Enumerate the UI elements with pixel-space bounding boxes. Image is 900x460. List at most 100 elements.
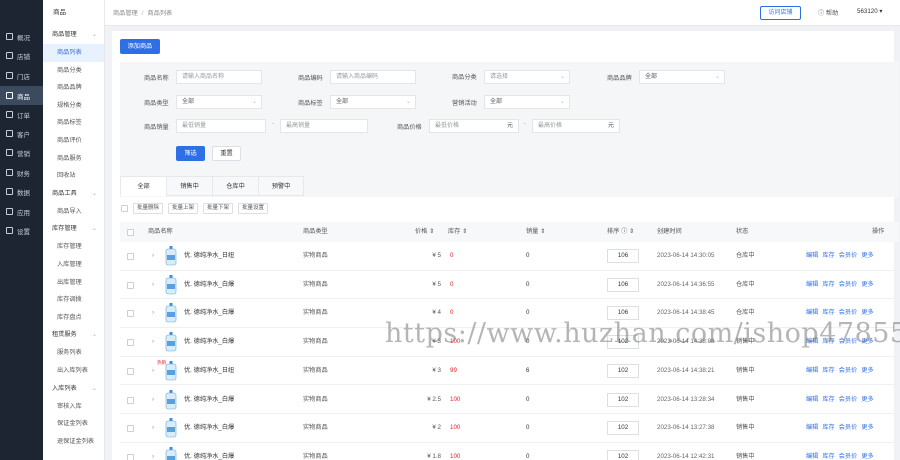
- expand-icon[interactable]: ›: [152, 271, 154, 300]
- row-checkbox[interactable]: [127, 367, 134, 375]
- row-action-3[interactable]: 更多: [861, 396, 873, 403]
- submenu-group[interactable]: 库存管理 ⌄: [43, 220, 104, 238]
- row-action-3[interactable]: 更多: [861, 453, 873, 460]
- product-name[interactable]: 优. 德纯净水_日纽: [184, 357, 234, 386]
- submenu-item[interactable]: 退保证金列表: [43, 433, 104, 451]
- row-action-2[interactable]: 会员价: [839, 252, 858, 259]
- expand-icon[interactable]: ›: [152, 242, 154, 271]
- row-checkbox[interactable]: [127, 253, 134, 260]
- submenu-group[interactable]: 入库列表 ⌄: [43, 380, 104, 398]
- row-action-2[interactable]: 会员价: [839, 424, 858, 431]
- product-name[interactable]: 优. 德纯净水_白爆: [184, 443, 234, 460]
- select-page-checkbox[interactable]: [121, 205, 128, 212]
- rail-item-4[interactable]: 订单: [0, 105, 43, 124]
- submenu-item[interactable]: 商品服务: [43, 150, 104, 168]
- row-action-1[interactable]: 库存: [822, 396, 834, 403]
- submenu-item[interactable]: 商品品牌: [43, 79, 104, 97]
- expand-icon[interactable]: ›: [152, 299, 154, 328]
- row-checkbox[interactable]: [127, 281, 134, 289]
- row-action-3[interactable]: 更多: [861, 367, 873, 374]
- tab-3[interactable]: 预警中: [258, 176, 304, 196]
- sort-input[interactable]: 102: [607, 335, 639, 350]
- submenu-group[interactable]: 商品管理 ⌄: [43, 26, 104, 44]
- col-sort[interactable]: 排序 ⓘ ⇕: [607, 222, 634, 242]
- submenu-item[interactable]: 库存调拨: [43, 291, 104, 309]
- search-button[interactable]: 筛选: [176, 146, 205, 161]
- submenu-item[interactable]: 库存管理: [43, 238, 104, 256]
- tag-select[interactable]: 全部 ⌄: [330, 95, 416, 109]
- sort-input[interactable]: 106: [607, 249, 639, 263]
- submenu-item[interactable]: 审核入库: [43, 398, 104, 416]
- submenu-item[interactable]: 商品分类: [43, 62, 104, 80]
- submenu-item[interactable]: 商品评价: [43, 132, 104, 150]
- submenu-item[interactable]: 保证金列表: [43, 415, 104, 433]
- submenu-group[interactable]: 租赁服务 ⌄: [43, 326, 104, 344]
- user-menu[interactable]: 563120 ▾: [857, 8, 883, 15]
- goods-name-input[interactable]: 请输入商品名称: [176, 70, 262, 84]
- col-sales[interactable]: 销量 ⇕: [526, 222, 545, 242]
- row-action-0[interactable]: 编辑: [806, 309, 818, 316]
- add-goods-button[interactable]: 添加商品: [120, 39, 160, 54]
- rail-item-3[interactable]: 商品: [0, 86, 43, 106]
- submenu-item[interactable]: 规格分类: [43, 97, 104, 115]
- tab-1[interactable]: 销售中: [166, 176, 212, 196]
- product-name[interactable]: 优. 德纯净水_日纽: [184, 242, 234, 271]
- row-checkbox[interactable]: [127, 425, 134, 433]
- row-action-0[interactable]: 编辑: [806, 424, 818, 431]
- rail-item-9[interactable]: 应用: [0, 202, 43, 221]
- sort-input[interactable]: 102: [607, 449, 639, 460]
- product-name[interactable]: 优. 德纯净水_白爆: [184, 271, 234, 300]
- row-action-3[interactable]: 更多: [861, 338, 873, 345]
- type-select[interactable]: 全部 ⌄: [176, 95, 262, 109]
- batch-action-button[interactable]: 批量上架: [168, 203, 199, 214]
- submenu-item[interactable]: 商品列表: [43, 44, 104, 62]
- promo-select[interactable]: 全部 ⌄: [484, 95, 570, 109]
- help-link[interactable]: ⓘ 帮助: [818, 8, 838, 17]
- product-name[interactable]: 优. 德纯净水_白爆: [184, 386, 234, 415]
- submenu-item[interactable]: 出库管理: [43, 274, 104, 292]
- sort-input[interactable]: 102: [607, 392, 639, 407]
- expand-icon[interactable]: ›: [152, 386, 154, 415]
- row-action-2[interactable]: 会员价: [839, 309, 858, 316]
- row-action-0[interactable]: 编辑: [806, 367, 818, 374]
- rail-item-5[interactable]: 客户: [0, 124, 43, 143]
- batch-action-button[interactable]: 批量设置: [238, 203, 269, 214]
- goods-code-input[interactable]: 请输入商品编码: [330, 70, 416, 84]
- expand-icon[interactable]: ›: [152, 328, 154, 357]
- product-name[interactable]: 优. 德纯净水_白爆: [184, 299, 234, 328]
- expand-icon[interactable]: ›: [152, 357, 154, 386]
- rail-item-7[interactable]: 财务: [0, 163, 43, 182]
- row-action-0[interactable]: 编辑: [806, 453, 818, 460]
- sales-min-input[interactable]: 最低销量: [176, 119, 266, 133]
- batch-action-button[interactable]: 批量下架: [203, 203, 234, 214]
- row-checkbox[interactable]: [127, 310, 134, 318]
- reset-button[interactable]: 重置: [212, 146, 241, 161]
- brand-select[interactable]: 全部 ⌄: [639, 70, 725, 84]
- price-max-input[interactable]: 最高价格 元: [532, 119, 620, 133]
- submenu-item[interactable]: 服务列表: [43, 344, 104, 362]
- row-action-3[interactable]: 更多: [861, 252, 873, 259]
- row-action-1[interactable]: 库存: [822, 453, 834, 460]
- col-stock[interactable]: 库存 ⇕: [448, 222, 467, 242]
- visit-store-button[interactable]: 访问店铺: [760, 6, 801, 20]
- sort-input[interactable]: 102: [607, 363, 639, 378]
- row-action-3[interactable]: 更多: [861, 309, 873, 316]
- submenu-group[interactable]: 商品工具 ⌄: [43, 185, 104, 203]
- submenu-item[interactable]: 回收站: [43, 167, 104, 185]
- row-action-1[interactable]: 库存: [822, 309, 834, 316]
- rail-item-10[interactable]: 设置: [0, 221, 43, 240]
- col-price[interactable]: 价格 ⇕: [415, 222, 434, 242]
- row-action-1[interactable]: 库存: [822, 424, 834, 431]
- row-action-2[interactable]: 会员价: [839, 281, 858, 288]
- rail-item-6[interactable]: 营销: [0, 143, 43, 162]
- expand-icon[interactable]: ›: [152, 414, 154, 443]
- batch-action-button[interactable]: 批量删除: [133, 203, 164, 214]
- submenu-item[interactable]: 入库管理: [43, 256, 104, 274]
- row-action-2[interactable]: 会员价: [839, 396, 858, 403]
- sort-input[interactable]: 102: [607, 421, 639, 436]
- row-action-2[interactable]: 会员价: [839, 367, 858, 374]
- row-action-2[interactable]: 会员价: [839, 338, 858, 345]
- select-all-checkbox[interactable]: [127, 229, 134, 236]
- row-action-1[interactable]: 库存: [822, 252, 834, 259]
- sales-max-input[interactable]: 最高销量: [280, 119, 368, 133]
